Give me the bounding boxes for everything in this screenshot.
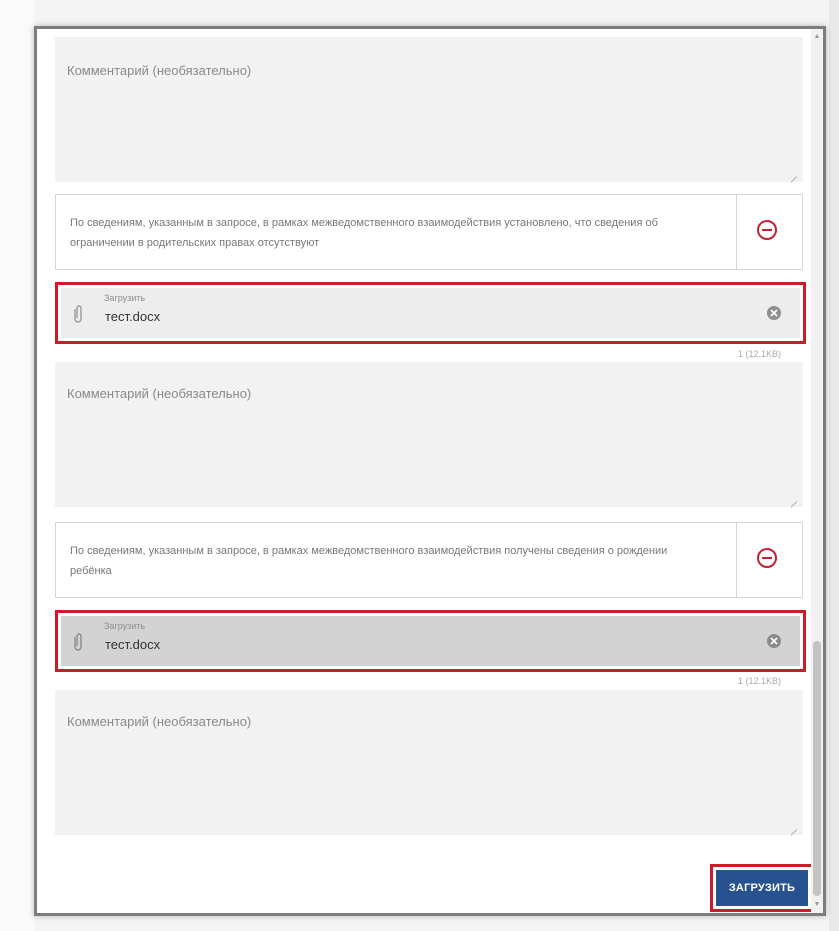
comment-placeholder: Комментарий (необязательно) bbox=[67, 386, 252, 401]
upload-submit-button[interactable]: ЗАГРУЗИТЬ bbox=[716, 870, 808, 906]
clear-file-icon[interactable] bbox=[766, 633, 782, 649]
scrollbar-thumb[interactable] bbox=[813, 641, 821, 896]
scrollbar[interactable]: ▲ ▼ bbox=[811, 29, 823, 913]
document-description: По сведениям, указанным в запросе, в рам… bbox=[70, 545, 668, 577]
comment-field-1[interactable]: Комментарий (необязательно) bbox=[55, 37, 803, 182]
background-right bbox=[829, 0, 839, 931]
resize-handle-icon[interactable] bbox=[789, 494, 797, 502]
file-upload-2[interactable]: Загрузить тест.docx bbox=[55, 610, 806, 672]
scroll-up-arrow-icon[interactable]: ▲ bbox=[811, 29, 823, 45]
scroll-down-arrow-icon[interactable]: ▼ bbox=[811, 897, 823, 913]
file-size: 1 (12.1KB) bbox=[737, 349, 781, 359]
divider bbox=[736, 523, 737, 597]
comment-field-2[interactable]: Комментарий (необязательно) bbox=[55, 362, 803, 507]
divider bbox=[736, 195, 737, 269]
file-upload-1[interactable]: Загрузить тест.docx bbox=[55, 282, 806, 344]
upload-label: Загрузить bbox=[104, 621, 146, 631]
submit-highlight: ЗАГРУЗИТЬ bbox=[710, 864, 814, 912]
file-upload-field[interactable]: Загрузить тест.docx bbox=[61, 616, 800, 666]
upload-dialog: Комментарий (необязательно) По сведениям… bbox=[34, 26, 826, 916]
clear-file-icon[interactable] bbox=[766, 305, 782, 321]
comment-placeholder: Комментарий (необязательно) bbox=[67, 63, 252, 78]
remove-circle-icon[interactable] bbox=[756, 547, 778, 569]
document-info-2: По сведениям, указанным в запросе, в рам… bbox=[55, 522, 803, 598]
comment-placeholder: Комментарий (необязательно) bbox=[67, 714, 252, 729]
paperclip-icon bbox=[74, 633, 82, 651]
resize-handle-icon[interactable] bbox=[789, 822, 797, 830]
background-left bbox=[0, 0, 34, 931]
upload-label: Загрузить bbox=[104, 293, 146, 303]
file-name: тест.docx bbox=[105, 309, 161, 324]
resize-handle-icon[interactable] bbox=[789, 169, 797, 177]
comment-field-3[interactable]: Комментарий (необязательно) bbox=[55, 690, 803, 835]
document-info-1: По сведениям, указанным в запросе, в рам… bbox=[55, 194, 803, 270]
document-description: По сведениям, указанным в запросе, в рам… bbox=[70, 217, 658, 249]
remove-circle-icon[interactable] bbox=[756, 219, 778, 241]
file-upload-field[interactable]: Загрузить тест.docx bbox=[61, 288, 800, 338]
paperclip-icon bbox=[74, 305, 82, 323]
file-name: тест.docx bbox=[105, 637, 161, 652]
file-size: 1 (12.1KB) bbox=[737, 676, 781, 686]
